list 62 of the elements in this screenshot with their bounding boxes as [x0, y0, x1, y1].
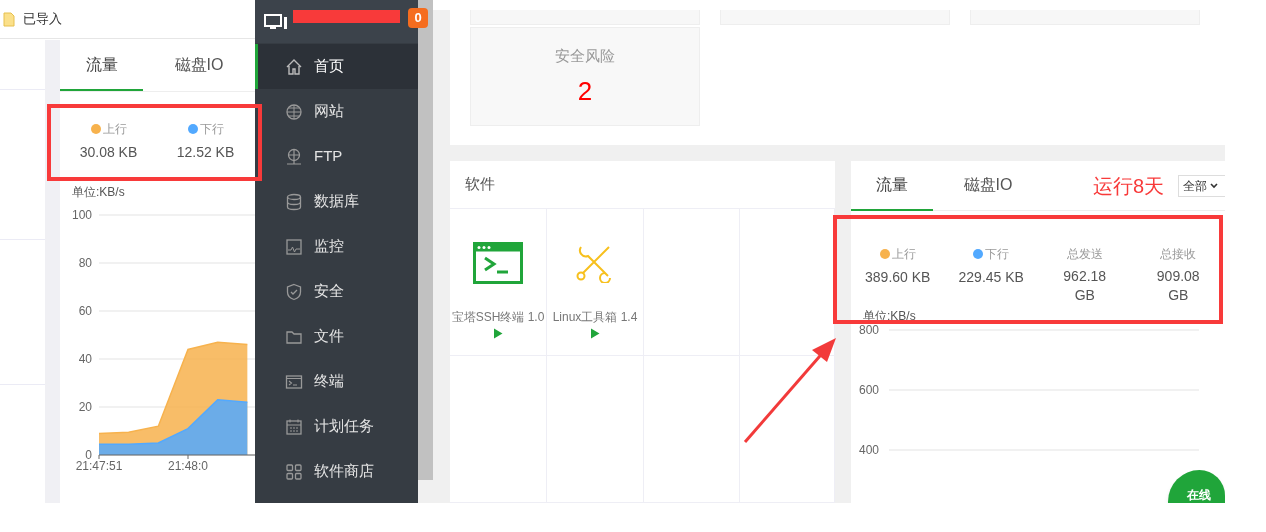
- uptime-label: 运行8天: [1093, 173, 1165, 199]
- sidebar-item[interactable]: 网站: [255, 89, 418, 134]
- tick-label: 400: [859, 443, 880, 457]
- stat-value: 389.60 KB: [865, 268, 931, 287]
- app-cell[interactable]: Linux工具箱 1.4: [547, 209, 644, 356]
- stat-label: 下行: [985, 246, 1010, 263]
- card-value: 2: [577, 74, 593, 108]
- tick-label: 40: [77, 352, 92, 366]
- stat-label: 总接收: [1160, 246, 1197, 263]
- home-icon: [285, 57, 303, 76]
- grid-icon: [285, 462, 303, 481]
- panel-title: 软件: [465, 174, 495, 195]
- app-name[interactable]: Linux工具箱 1.4: [552, 308, 638, 326]
- sidebar-item[interactable]: 终端: [255, 359, 418, 404]
- database-icon: [285, 192, 303, 211]
- tick-label: 100: [70, 208, 92, 222]
- sidebar-item[interactable]: 监控: [255, 224, 418, 269]
- sidebar-item[interactable]: 计划任务: [255, 404, 418, 449]
- sidebar-item[interactable]: 数据库: [255, 179, 418, 224]
- folder-icon: [3, 11, 15, 27]
- sidebar-item[interactable]: FTP: [255, 134, 418, 179]
- stat-value: 909.08 GB: [1155, 267, 1201, 305]
- card-title: 安全风险: [555, 46, 615, 66]
- tick-label: 800: [859, 323, 880, 337]
- tick-label: 21:48:0: [168, 459, 208, 473]
- sidebar-item[interactable]: 安全: [255, 269, 418, 314]
- tick-label: 21:47:51: [75, 459, 123, 473]
- stat-label: 下行: [199, 121, 224, 138]
- tick-label: 60: [77, 304, 92, 318]
- shield-icon: [285, 282, 303, 301]
- axis-title: 单位:KB/s: [72, 184, 125, 201]
- tab[interactable]: 流量: [60, 41, 143, 91]
- calendar-icon: [285, 417, 303, 436]
- folder-label[interactable]: 已导入: [23, 9, 62, 29]
- sidebar-item[interactable]: 首页: [255, 44, 418, 89]
- terminal-icon: [285, 372, 303, 391]
- chevron-icon: [1210, 183, 1218, 189]
- tick-label: 0: [85, 448, 92, 462]
- stat-value: 12.52 KB: [176, 143, 235, 162]
- tab[interactable]: 磁盘IO: [143, 41, 255, 91]
- computer-icon: [264, 13, 288, 30]
- app-cell[interactable]: 宝塔SSH终端 1.0: [450, 209, 547, 356]
- tick-label: 600: [859, 383, 880, 397]
- stat-value: 30.08 KB: [79, 143, 138, 162]
- play-icon[interactable]: [590, 328, 600, 339]
- app-name[interactable]: 宝塔SSH终端 1.0: [451, 308, 545, 326]
- terminal-icon: [473, 242, 523, 284]
- stat-label: 总发送: [1066, 246, 1103, 263]
- tab[interactable]: 磁盘IO: [933, 160, 1043, 211]
- play-icon[interactable]: [493, 328, 503, 339]
- tab[interactable]: 流量: [851, 160, 933, 211]
- tick-label: 80: [77, 256, 92, 270]
- stat-value: 962.18 GB: [1062, 267, 1108, 305]
- chart-icon: [285, 237, 303, 256]
- stat-label: 上行: [102, 121, 127, 138]
- stat-label: 上行: [891, 246, 916, 263]
- stat-value: 229.45 KB: [958, 268, 1024, 287]
- network-icon: [285, 147, 303, 166]
- sidebar-item[interactable]: 软件商店: [255, 449, 418, 494]
- globe-icon: [285, 102, 303, 121]
- sidebar-item[interactable]: 文件: [255, 314, 418, 359]
- tick-label: 20: [77, 400, 92, 414]
